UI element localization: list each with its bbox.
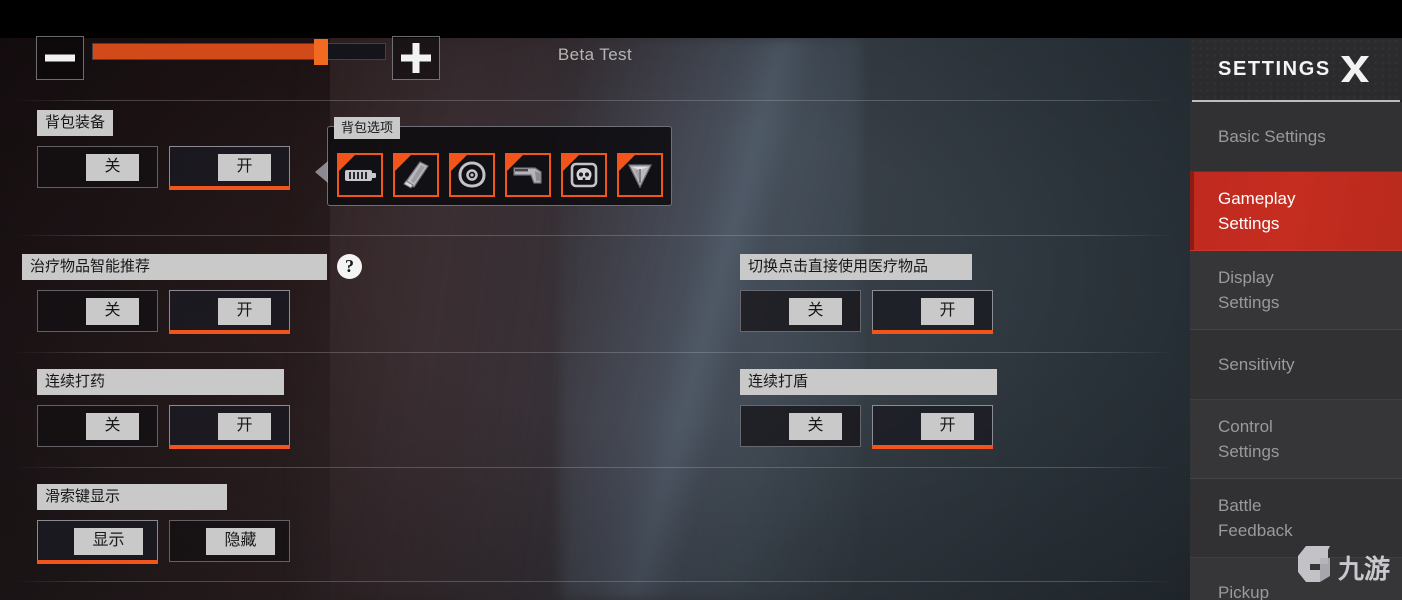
option-continuous-shield-on[interactable]: 开	[872, 405, 993, 449]
setting-label: 切换点击直接使用医疗物品	[740, 254, 972, 280]
divider-4	[14, 467, 1174, 468]
sidebar-item-label: Basic Settings	[1218, 127, 1326, 146]
setting-zipline-key-display: 滑索键显示 显示 隐藏	[37, 484, 301, 564]
option-row: 关 开	[37, 405, 301, 449]
divider-3	[14, 352, 1174, 353]
sidebar-menu: Basic Settings Gameplay Settings Display…	[1190, 102, 1402, 600]
sidebar-item-label: Control Settings	[1218, 417, 1280, 461]
option-tap-medical-off[interactable]: 关	[740, 290, 861, 332]
backpack-options-flyout: 背包选项	[315, 117, 673, 206]
option-continuous-shield-off[interactable]: 关	[740, 405, 861, 447]
option-zipline-hide[interactable]: 隐藏	[169, 520, 290, 562]
beta-test-label: Beta Test	[557, 45, 633, 64]
sidebar-item-sensitivity[interactable]: Sensitivity	[1190, 330, 1402, 400]
option-tap-medical-on[interactable]: 开	[872, 290, 993, 334]
magazine-icon	[403, 161, 429, 189]
option-label: 关	[86, 153, 139, 181]
jiuyou-watermark-logo: 九游	[1298, 546, 1390, 585]
sidebar-item-basic-settings[interactable]: Basic Settings	[1190, 102, 1402, 172]
option-continuous-healing-on[interactable]: 开	[169, 405, 290, 449]
option-backpack-equip-off[interactable]: 关	[37, 146, 158, 188]
option-row: 关 开	[740, 405, 1004, 449]
flyout-pointer	[315, 161, 328, 183]
help-icon[interactable]: ?	[337, 254, 362, 279]
setting-label: 连续打药	[37, 369, 284, 395]
setting-tap-to-use-medical: 切换点击直接使用医疗物品 关 开	[740, 254, 1004, 334]
body-shield-icon	[458, 161, 486, 188]
item-stock[interactable]	[505, 153, 551, 197]
setting-continuous-shield: 连续打盾 关 开	[740, 369, 1004, 449]
divider-1	[14, 100, 1174, 101]
option-label: 显示	[74, 527, 143, 555]
setting-label: 背包装备	[37, 110, 114, 136]
item-ammo-box[interactable]	[337, 153, 383, 197]
sidebar-item-label: Sensitivity	[1218, 355, 1295, 374]
option-label: 开	[921, 412, 974, 440]
sidebar-item-label: Battle Feedback	[1218, 496, 1293, 540]
item-magazine[interactable]	[393, 153, 439, 197]
settings-sidebar: SETTINGS Basic Settings Gameplay Setting…	[1190, 38, 1402, 600]
option-label: 开	[218, 412, 271, 440]
flyout-icon-strip	[337, 153, 673, 197]
option-row: 关 开	[37, 146, 301, 190]
sidebar-item-label: Pickup	[1218, 583, 1270, 600]
option-label: 关	[86, 297, 139, 325]
sidebar-header: SETTINGS	[1190, 38, 1402, 100]
settings-title: SETTINGS	[1218, 57, 1331, 80]
option-label: 关	[789, 297, 842, 325]
watermark-text: 九游	[1337, 555, 1390, 585]
option-label: 关	[86, 412, 139, 440]
sidebar-item-gameplay-settings[interactable]: Gameplay Settings	[1190, 172, 1402, 251]
sidebar-item-display-settings[interactable]: Display Settings	[1190, 251, 1402, 330]
setting-label: 滑索键显示	[37, 484, 227, 510]
setting-backpack-equip: 背包装备 关 开	[37, 110, 301, 190]
setting-label: 连续打盾	[740, 369, 997, 395]
option-label: 隐藏	[206, 527, 275, 555]
setting-label: 治疗物品智能推荐	[22, 254, 327, 280]
option-zipline-show[interactable]: 显示	[37, 520, 158, 564]
close-x-icon[interactable]	[1336, 50, 1374, 88]
sidebar-item-control-settings[interactable]: Control Settings	[1190, 400, 1402, 479]
game-settings-screen: Beta Test 背包装备 关 开 背包选项 治疗物品智能推荐 关 开 ? 切…	[0, 0, 1402, 600]
sidebar-item-label: Display Settings	[1218, 268, 1280, 312]
divider-5	[14, 581, 1174, 582]
option-healing-recommend-off[interactable]: 关	[37, 290, 158, 332]
flyout-title: 背包选项	[334, 117, 401, 139]
skull-backpack-icon	[570, 162, 598, 188]
option-row: 关 开	[740, 290, 1004, 334]
setting-healing-smart-recommend: 治疗物品智能推荐 关 开	[22, 254, 327, 334]
option-label: 开	[218, 153, 271, 181]
item-helmet[interactable]	[617, 153, 663, 197]
option-label: 开	[921, 297, 974, 325]
option-label: 关	[789, 412, 842, 440]
divider-2	[14, 235, 1174, 236]
option-row: 显示 隐藏	[37, 520, 301, 564]
option-row: 关 开	[37, 290, 327, 334]
option-continuous-healing-off[interactable]: 关	[37, 405, 158, 447]
ammo-box-icon	[345, 170, 376, 181]
sidebar-item-label: Gameplay Settings	[1218, 189, 1296, 233]
item-body-shield[interactable]	[449, 153, 495, 197]
helmet-icon	[627, 164, 653, 189]
option-backpack-equip-on[interactable]: 开	[169, 146, 290, 190]
setting-continuous-healing: 连续打药 关 开	[37, 369, 301, 449]
item-skull-backpack[interactable]	[561, 153, 607, 197]
top-black-bar	[0, 0, 1402, 38]
option-label: 开	[218, 297, 271, 325]
option-healing-recommend-on[interactable]: 开	[169, 290, 290, 334]
stock-icon	[513, 167, 542, 184]
